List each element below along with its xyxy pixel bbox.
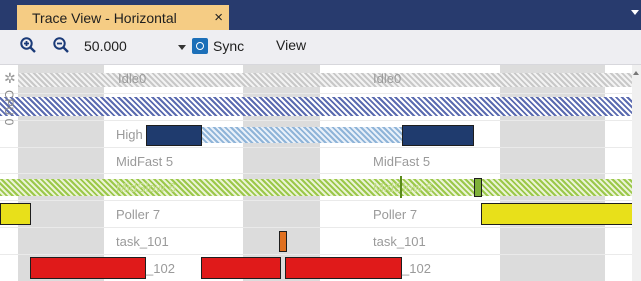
toolbar: Sync View: [0, 30, 641, 65]
cpu-label: CPU 0: [2, 90, 16, 126]
zoom-out-icon[interactable]: [53, 37, 69, 53]
trace-gutter: ✲ CPU 0: [0, 65, 18, 281]
sync-label: Sync: [213, 38, 245, 54]
zoom-in-icon[interactable]: [20, 37, 36, 53]
task102-run-segment[interactable]: [201, 257, 281, 279]
document-tab-bar: Trace View - Horizontal ×: [0, 0, 641, 30]
row-label-task102: _102: [146, 261, 175, 276]
row-label-idle: Idle0: [373, 71, 402, 86]
midslow-marker[interactable]: [400, 176, 402, 198]
task102-run-segment[interactable]: [30, 257, 146, 279]
row-label-task102: _102: [402, 261, 431, 276]
scroll-up-icon[interactable]: [633, 71, 639, 75]
row-label-midfast: MidFast 5: [116, 154, 174, 169]
row-label-task101: task_101: [116, 234, 169, 249]
tab-overflow-icon[interactable]: [631, 10, 639, 15]
sync-button[interactable]: Sync: [192, 35, 244, 57]
tab-title: Trace View - Horizontal: [32, 9, 177, 26]
row-label-midslow: MidSlow 6: [373, 180, 433, 195]
zoom-level-input[interactable]: [84, 36, 156, 56]
task101-run-segment[interactable]: [279, 231, 287, 252]
chevron-down-icon[interactable]: [178, 45, 186, 50]
close-icon[interactable]: ×: [214, 9, 223, 26]
high-run-segment[interactable]: [402, 125, 474, 146]
gear-icon[interactable]: ✲: [4, 70, 16, 87]
midslow-band: [0, 179, 632, 196]
row-label-midfast: MidFast 5: [373, 154, 431, 169]
high-run-segment[interactable]: [146, 125, 202, 146]
midslow-run-segment[interactable]: [474, 178, 482, 197]
row-label-poller: Poller 7: [373, 207, 418, 222]
high-wait-segment[interactable]: [200, 127, 404, 143]
row-label-idle: Idle0: [118, 71, 147, 86]
tab-trace-view-horizontal[interactable]: Trace View - Horizontal ×: [17, 5, 229, 30]
task102-run-segment[interactable]: [285, 257, 402, 279]
view-menu[interactable]: View: [276, 37, 306, 53]
vertical-scrollbar[interactable]: [632, 65, 641, 281]
cpu-activity-band: [0, 97, 632, 116]
poller-run-segment[interactable]: [481, 203, 641, 225]
row-label-poller: Poller 7: [116, 207, 161, 222]
row-label-midslow: MidSlow 6: [116, 180, 176, 195]
row-label-task101: task_101: [373, 234, 426, 249]
trace-area[interactable]: Idle0 Idle0 High 1 H MidFast 5 MidFast 5…: [0, 65, 641, 281]
sync-icon: [192, 38, 208, 54]
idle-row-band: [18, 73, 632, 87]
